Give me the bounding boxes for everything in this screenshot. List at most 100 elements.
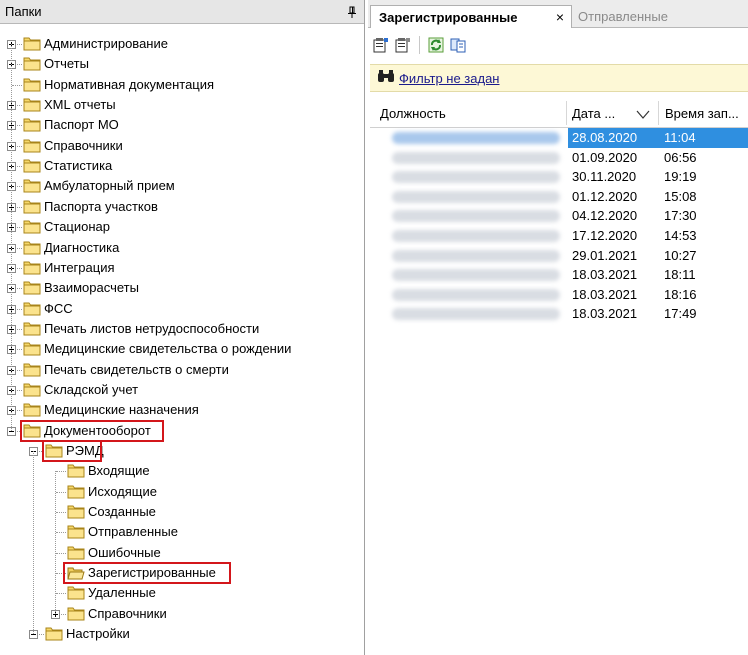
table-row[interactable]: 01.09.2020 06:56 — [370, 148, 748, 168]
tree-connector — [56, 532, 66, 534]
properties-icon[interactable] — [372, 36, 390, 54]
tree-item[interactable]: XML отчеты — [0, 95, 364, 115]
tree-item-label: Отправленные — [88, 524, 178, 540]
tree-item[interactable]: Стационар — [0, 217, 364, 237]
folder-icon — [23, 97, 41, 112]
time-cell: 14:53 — [664, 228, 697, 243]
redacted-cell — [392, 269, 560, 282]
table-row[interactable]: 30.11.2020 19:19 — [370, 167, 748, 187]
tree-item[interactable]: Амбулаторный прием — [0, 176, 364, 196]
folder-icon — [23, 382, 41, 397]
tree-item[interactable]: Документооборот — [0, 419, 364, 442]
table-row[interactable]: 04.12.2020 17:30 — [370, 206, 748, 226]
tree-item-label: Паспорта участков — [44, 198, 158, 214]
date-cell: 01.09.2020 — [572, 149, 638, 165]
table-row[interactable]: 28.08.2020 11:04 — [370, 128, 748, 148]
tree-item-label: Стационар — [44, 219, 111, 235]
tree-item[interactable]: Диагностика — [0, 238, 364, 258]
tree-item-label: Отчеты — [44, 56, 89, 72]
folder-icon — [23, 77, 41, 92]
tab-registered[interactable]: Зарегистрированные × — [370, 5, 572, 28]
close-icon[interactable]: × — [556, 9, 564, 25]
sort-desc-icon[interactable] — [636, 108, 650, 123]
tree-item-label: Медицинские свидетельства о рождении — [44, 341, 292, 357]
redacted-cell — [392, 308, 560, 321]
tree-item[interactable]: Администрирование — [0, 34, 364, 54]
column-header-date[interactable]: Дата ... — [572, 99, 634, 127]
folders-panel-title: Папки — [5, 4, 42, 19]
tree-item-label: Печать свидетельств о смерти — [44, 361, 229, 377]
tree-item[interactable]: Отчеты — [0, 54, 364, 74]
tree-item-label: Созданные — [88, 504, 156, 520]
tree-item[interactable]: Складской учет — [0, 380, 364, 400]
tree-item-label: Ошибочные — [88, 544, 161, 560]
tree-item-label: Нормативная документация — [44, 76, 215, 92]
tab-strip: Зарегистрированные × Отправленные — [368, 0, 748, 28]
tree-item[interactable]: РЭМД — [0, 440, 364, 462]
tree-connector — [56, 552, 66, 554]
tree-item[interactable]: Печать листов нетрудоспособности — [0, 319, 364, 339]
tree-item-label: Диагностика — [44, 239, 120, 255]
tab-sent[interactable]: Отправленные — [576, 5, 748, 28]
folder-icon — [23, 240, 41, 255]
redacted-cell — [392, 171, 560, 184]
folder-icon — [23, 178, 41, 193]
grid-header: Должность Дата ... Время зап... — [370, 99, 748, 128]
pin-icon[interactable] — [346, 5, 358, 19]
folder-icon — [23, 199, 41, 214]
tree-item[interactable]: Справочники — [0, 136, 364, 156]
column-header-time[interactable]: Время зап... — [665, 99, 748, 127]
folder-icon — [67, 545, 85, 560]
folder-icon — [45, 626, 63, 641]
date-cell: 01.12.2020 — [572, 188, 638, 204]
refresh-icon[interactable] — [427, 36, 445, 54]
folder-icon — [23, 321, 41, 336]
tree-item-label: Справочники — [88, 605, 167, 621]
time-cell: 10:27 — [664, 247, 697, 263]
tree-connector — [56, 471, 66, 473]
filter-link[interactable]: Фильтр не задан — [399, 71, 500, 86]
tree-item[interactable]: Настройки — [0, 624, 364, 644]
tree-item-label: Удаленные — [88, 585, 156, 601]
column-header-position[interactable]: Должность — [380, 99, 566, 127]
highlight-box — [20, 419, 164, 442]
tree-item[interactable]: Паспорт МО — [0, 115, 364, 135]
date-cell: 18.03.2021 — [572, 267, 638, 283]
tree-item-label: Входящие — [88, 463, 150, 479]
table-row[interactable]: 18.03.2021 18:16 — [370, 285, 748, 305]
properties-alt-icon[interactable] — [394, 36, 412, 54]
table-row[interactable]: 01.12.2020 15:08 — [370, 187, 748, 207]
tree-item[interactable]: Медицинские свидетельства о рождении — [0, 339, 364, 359]
tree-item-label: Интеграция — [44, 259, 115, 275]
redacted-cell — [392, 132, 560, 144]
tree-item-label: Исходящие — [88, 483, 157, 499]
folder-icon — [67, 585, 85, 600]
date-cell: 30.11.2020 — [572, 169, 637, 185]
tree-item-label: Паспорт МО — [44, 117, 119, 133]
time-cell: 15:08 — [664, 188, 697, 204]
binoculars-icon[interactable] — [377, 69, 395, 87]
folder-icon — [23, 402, 41, 417]
column-separator[interactable] — [658, 101, 659, 125]
table-row[interactable]: 17.12.2020 14:53 — [370, 226, 748, 246]
tree-item[interactable]: Статистика — [0, 156, 364, 176]
folder-icon — [23, 117, 41, 132]
export-icon[interactable] — [449, 36, 467, 54]
table-row[interactable]: 18.03.2021 17:49 — [370, 304, 748, 324]
tree-item[interactable]: Медицинские назначения — [0, 400, 364, 420]
tree-item-label: Взаиморасчеты — [44, 280, 139, 296]
tree-item[interactable]: Интеграция — [0, 258, 364, 278]
column-separator[interactable] — [566, 101, 567, 125]
redacted-cell — [392, 249, 560, 262]
folder-icon — [23, 260, 41, 275]
tree-item[interactable]: Печать свидетельств о смерти — [0, 360, 364, 380]
tree-item[interactable]: Нормативная документация — [0, 75, 364, 95]
table-row[interactable]: 18.03.2021 18:11 — [370, 265, 748, 285]
tree-item[interactable]: Взаиморасчеты — [0, 278, 364, 298]
date-cell: 04.12.2020 — [572, 208, 638, 224]
tree-item-label: Администрирование — [44, 36, 168, 51]
tree-item[interactable]: Паспорта участков — [0, 197, 364, 217]
table-row[interactable]: 29.01.2021 10:27 — [370, 246, 748, 266]
folder-icon — [23, 36, 41, 51]
tree-item[interactable]: ФСС — [0, 299, 364, 319]
